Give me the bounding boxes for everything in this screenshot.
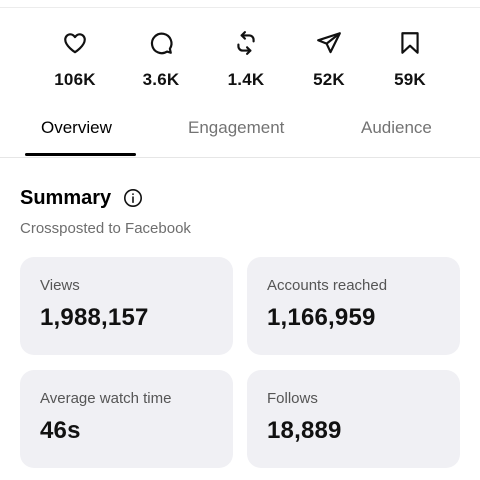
tab-overview[interactable]: Overview [41,118,112,138]
share-icon [316,30,342,56]
active-tab-indicator [25,153,136,156]
tab-engagement[interactable]: Engagement [188,118,284,138]
metric-value: 1,988,157 [40,304,149,331]
shares-count: 52K [313,70,345,89]
tabs-divider [0,157,480,158]
comment-icon [148,30,174,56]
metric-value: 18,889 [267,417,342,444]
shares-stat[interactable]: 52K [289,30,369,90]
metric-card-average-watch-time[interactable]: Average watch time 46s [20,370,233,468]
saves-count: 59K [394,70,426,89]
likes-stat[interactable]: 106K [35,30,115,90]
metric-card-accounts-reached[interactable]: Accounts reached 1,166,959 [247,257,460,355]
metric-value: 1,166,959 [267,304,376,331]
metric-card-follows[interactable]: Follows 18,889 [247,370,460,468]
saves-stat[interactable]: 59K [370,30,450,90]
likes-count: 106K [54,70,96,89]
summary-header: Summary [20,185,143,211]
engagement-stats-row: 106K 3.6K 1.4K 52K 59K [0,30,480,96]
tab-audience[interactable]: Audience [361,118,432,138]
comments-stat[interactable]: 3.6K [121,30,201,90]
summary-title: Summary [20,186,112,209]
top-divider [0,7,480,8]
reposts-stat[interactable]: 1.4K [206,30,286,90]
metric-label: Average watch time [40,390,172,407]
metric-card-views[interactable]: Views 1,988,157 [20,257,233,355]
info-icon[interactable] [123,188,143,208]
metric-value: 46s [40,417,81,444]
metric-label: Follows [267,390,318,407]
insights-tabs: Overview Engagement Audience [0,110,480,158]
comments-count: 3.6K [142,70,180,89]
repost-icon [233,30,259,56]
bookmark-icon [397,30,423,56]
metric-label: Accounts reached [267,277,388,294]
heart-icon [62,30,88,56]
metric-label: Views [40,277,80,294]
crosspost-subtitle: Crossposted to Facebook [20,220,191,237]
reposts-count: 1.4K [227,70,265,89]
